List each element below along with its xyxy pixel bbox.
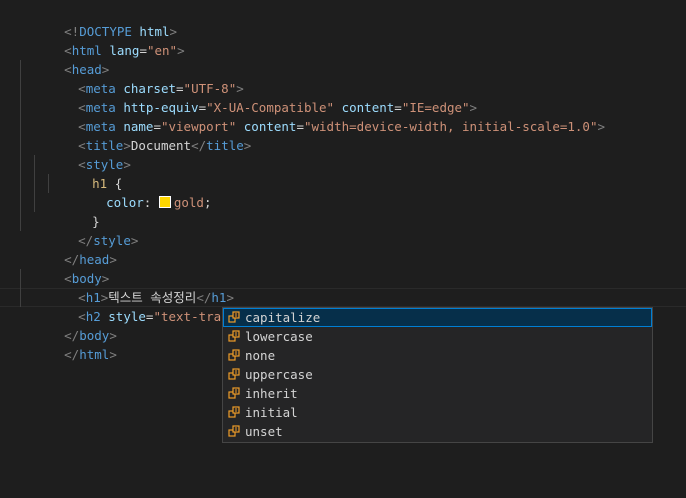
suggestion-label: inherit (245, 386, 298, 401)
enum-value-icon (228, 330, 240, 342)
indent-guide (20, 98, 21, 117)
code-line[interactable]: </head> (0, 231, 686, 267)
code-line[interactable]: <title>Document</title> (0, 117, 686, 153)
enum-value-icon (228, 311, 240, 323)
enum-value-icon (228, 368, 240, 380)
suggestion-item-lowercase[interactable]: lowercase (223, 327, 652, 346)
enum-value-icon (228, 349, 240, 361)
suggestion-item-inherit[interactable]: inherit (223, 384, 652, 403)
enum-value-icon (228, 387, 240, 399)
code-line[interactable]: h1 { (0, 155, 686, 191)
indent-guide (20, 79, 21, 98)
indent-guide (20, 212, 21, 231)
code-line[interactable]: <body> (0, 250, 686, 286)
indent-guide (20, 136, 21, 155)
indent-guide (20, 117, 21, 136)
indent-guide (34, 155, 35, 174)
indent-guide (48, 174, 49, 193)
code-line[interactable]: <meta charset="UTF-8"> (0, 60, 686, 96)
enum-value-icon (228, 406, 240, 418)
suggestion-label: lowercase (245, 329, 313, 344)
indent-guide (34, 174, 35, 193)
suggestion-label: initial (245, 405, 298, 420)
code-line[interactable]: <html lang="en"> (0, 22, 686, 58)
code-token: html (79, 347, 110, 362)
indent-guide (20, 288, 21, 307)
code-line-current[interactable]: <h2 style="text-transform: ;"></h2>1234<… (0, 288, 686, 325)
indent-guide (20, 60, 21, 79)
code-token: </ (64, 347, 80, 362)
code-token: > (109, 347, 117, 362)
suggestion-item-initial[interactable]: initial (223, 403, 652, 422)
suggestion-label: unset (245, 424, 283, 439)
autocomplete-widget[interactable]: capitalize lowercase none uppercase inhe… (222, 307, 653, 443)
indent-guide (34, 193, 35, 212)
indent-guide (20, 193, 21, 212)
enum-value-icon (228, 425, 240, 437)
code-line[interactable]: } (0, 193, 686, 229)
suggestion-label: capitalize (245, 310, 321, 325)
indent-guide (20, 174, 21, 193)
suggestion-item-unset[interactable]: unset (223, 422, 652, 441)
code-line[interactable]: <meta name="viewport" content="width=dev… (0, 98, 686, 134)
indent-guide (20, 269, 21, 288)
suggestion-label: none (245, 348, 276, 363)
code-editor[interactable]: <!DOCTYPE html> <html lang="en"> <head> … (0, 0, 686, 458)
indent-guide (20, 155, 21, 174)
suggestion-label: uppercase (245, 367, 313, 382)
code-line[interactable]: color: gold; (0, 174, 686, 210)
code-line[interactable]: <!DOCTYPE html> (0, 3, 686, 39)
code-line[interactable]: <meta http-equiv="X-UA-Compatible" conte… (0, 79, 686, 115)
code-line[interactable]: </style> (0, 212, 686, 248)
code-line[interactable]: <style> (0, 136, 686, 172)
suggestion-item-capitalize[interactable]: capitalize (223, 308, 652, 327)
suggestion-item-uppercase[interactable]: uppercase (223, 365, 652, 384)
code-line[interactable]: <h1>텍스트 속성정리</h1> (0, 269, 686, 305)
suggestion-item-none[interactable]: none (223, 346, 652, 365)
code-line[interactable]: <head> (0, 41, 686, 77)
